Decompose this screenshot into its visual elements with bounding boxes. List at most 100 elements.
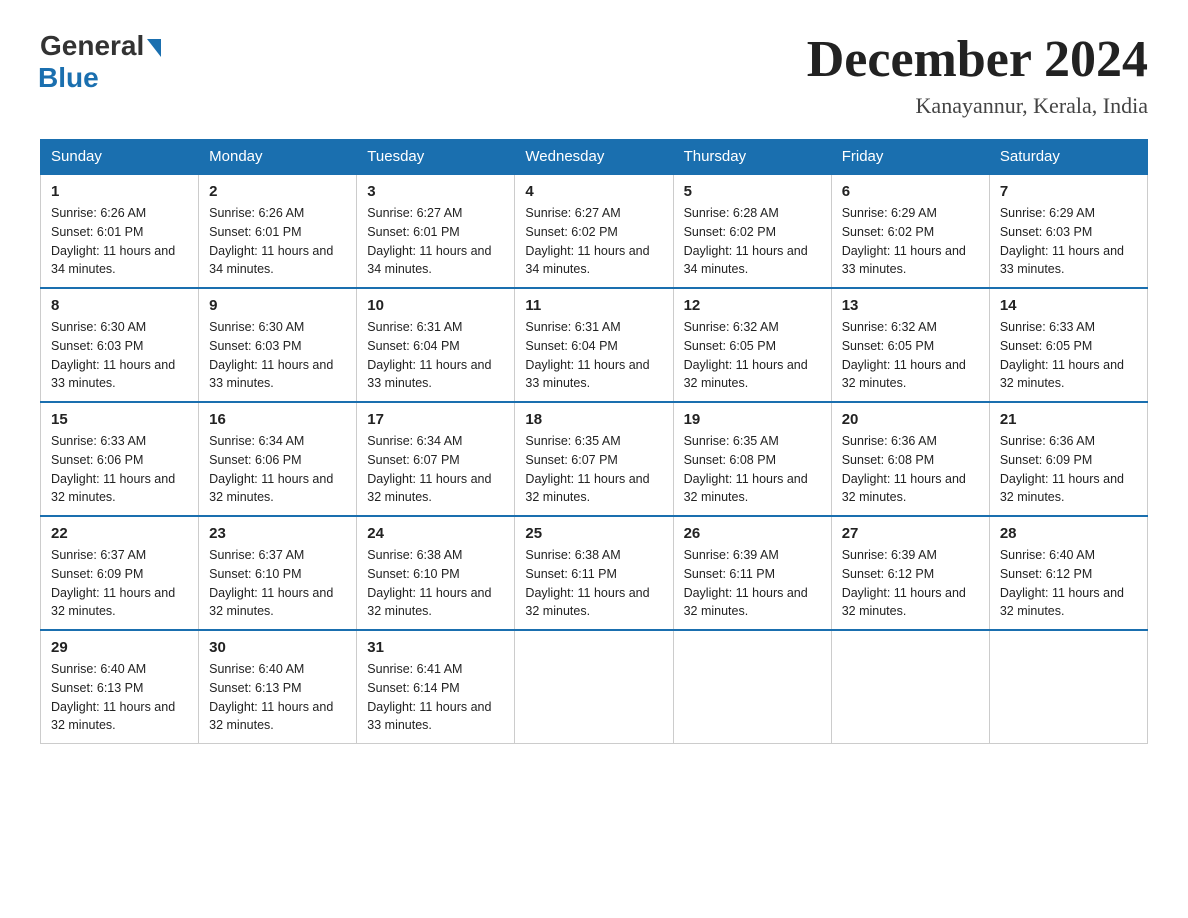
day-info: Sunrise: 6:31 AMSunset: 6:04 PMDaylight:… <box>367 318 504 393</box>
day-number: 17 <box>367 411 504 428</box>
day-number: 14 <box>1000 297 1137 314</box>
day-of-week-header: Monday <box>199 140 357 175</box>
calendar-day-cell: 22 Sunrise: 6:37 AMSunset: 6:09 PMDaylig… <box>41 516 199 630</box>
calendar-day-cell: 8 Sunrise: 6:30 AMSunset: 6:03 PMDayligh… <box>41 288 199 402</box>
day-info: Sunrise: 6:39 AMSunset: 6:12 PMDaylight:… <box>842 546 979 621</box>
day-number: 21 <box>1000 411 1137 428</box>
day-of-week-header: Thursday <box>673 140 831 175</box>
day-number: 31 <box>367 639 504 656</box>
day-number: 5 <box>684 183 821 200</box>
calendar-day-cell <box>831 630 989 744</box>
day-number: 26 <box>684 525 821 542</box>
logo: General Blue <box>40 30 161 94</box>
day-info: Sunrise: 6:27 AMSunset: 6:02 PMDaylight:… <box>525 204 662 279</box>
calendar-day-cell: 13 Sunrise: 6:32 AMSunset: 6:05 PMDaylig… <box>831 288 989 402</box>
day-number: 18 <box>525 411 662 428</box>
calendar-week-row: 1 Sunrise: 6:26 AMSunset: 6:01 PMDayligh… <box>41 174 1148 288</box>
calendar-day-cell: 21 Sunrise: 6:36 AMSunset: 6:09 PMDaylig… <box>989 402 1147 516</box>
day-info: Sunrise: 6:30 AMSunset: 6:03 PMDaylight:… <box>51 318 188 393</box>
day-info: Sunrise: 6:34 AMSunset: 6:06 PMDaylight:… <box>209 432 346 507</box>
day-info: Sunrise: 6:37 AMSunset: 6:09 PMDaylight:… <box>51 546 188 621</box>
calendar-day-cell: 6 Sunrise: 6:29 AMSunset: 6:02 PMDayligh… <box>831 174 989 288</box>
calendar-day-cell: 9 Sunrise: 6:30 AMSunset: 6:03 PMDayligh… <box>199 288 357 402</box>
day-info: Sunrise: 6:38 AMSunset: 6:10 PMDaylight:… <box>367 546 504 621</box>
calendar-day-cell: 20 Sunrise: 6:36 AMSunset: 6:08 PMDaylig… <box>831 402 989 516</box>
day-info: Sunrise: 6:38 AMSunset: 6:11 PMDaylight:… <box>525 546 662 621</box>
calendar-day-cell: 26 Sunrise: 6:39 AMSunset: 6:11 PMDaylig… <box>673 516 831 630</box>
calendar-day-cell: 14 Sunrise: 6:33 AMSunset: 6:05 PMDaylig… <box>989 288 1147 402</box>
calendar-day-cell: 29 Sunrise: 6:40 AMSunset: 6:13 PMDaylig… <box>41 630 199 744</box>
day-number: 2 <box>209 183 346 200</box>
day-number: 24 <box>367 525 504 542</box>
day-number: 6 <box>842 183 979 200</box>
day-info: Sunrise: 6:26 AMSunset: 6:01 PMDaylight:… <box>209 204 346 279</box>
calendar-day-cell: 18 Sunrise: 6:35 AMSunset: 6:07 PMDaylig… <box>515 402 673 516</box>
day-number: 16 <box>209 411 346 428</box>
calendar-day-cell: 31 Sunrise: 6:41 AMSunset: 6:14 PMDaylig… <box>357 630 515 744</box>
day-info: Sunrise: 6:37 AMSunset: 6:10 PMDaylight:… <box>209 546 346 621</box>
calendar-header: SundayMondayTuesdayWednesdayThursdayFrid… <box>41 140 1148 175</box>
calendar-day-cell: 27 Sunrise: 6:39 AMSunset: 6:12 PMDaylig… <box>831 516 989 630</box>
day-number: 22 <box>51 525 188 542</box>
day-info: Sunrise: 6:29 AMSunset: 6:03 PMDaylight:… <box>1000 204 1137 279</box>
day-info: Sunrise: 6:27 AMSunset: 6:01 PMDaylight:… <box>367 204 504 279</box>
day-number: 12 <box>684 297 821 314</box>
day-number: 28 <box>1000 525 1137 542</box>
calendar-week-row: 29 Sunrise: 6:40 AMSunset: 6:13 PMDaylig… <box>41 630 1148 744</box>
day-info: Sunrise: 6:32 AMSunset: 6:05 PMDaylight:… <box>684 318 821 393</box>
day-number: 27 <box>842 525 979 542</box>
calendar-day-cell: 16 Sunrise: 6:34 AMSunset: 6:06 PMDaylig… <box>199 402 357 516</box>
day-number: 23 <box>209 525 346 542</box>
calendar-table: SundayMondayTuesdayWednesdayThursdayFrid… <box>40 139 1148 744</box>
calendar-day-cell: 24 Sunrise: 6:38 AMSunset: 6:10 PMDaylig… <box>357 516 515 630</box>
day-info: Sunrise: 6:41 AMSunset: 6:14 PMDaylight:… <box>367 660 504 735</box>
day-number: 7 <box>1000 183 1137 200</box>
logo-arrow-icon <box>147 39 161 57</box>
day-info: Sunrise: 6:35 AMSunset: 6:07 PMDaylight:… <box>525 432 662 507</box>
calendar-day-cell: 2 Sunrise: 6:26 AMSunset: 6:01 PMDayligh… <box>199 174 357 288</box>
day-of-week-header: Saturday <box>989 140 1147 175</box>
day-number: 20 <box>842 411 979 428</box>
day-info: Sunrise: 6:28 AMSunset: 6:02 PMDaylight:… <box>684 204 821 279</box>
logo-blue-text: Blue <box>38 62 99 94</box>
day-info: Sunrise: 6:33 AMSunset: 6:06 PMDaylight:… <box>51 432 188 507</box>
day-info: Sunrise: 6:34 AMSunset: 6:07 PMDaylight:… <box>367 432 504 507</box>
day-of-week-header: Tuesday <box>357 140 515 175</box>
calendar-day-cell <box>515 630 673 744</box>
calendar-day-cell: 28 Sunrise: 6:40 AMSunset: 6:12 PMDaylig… <box>989 516 1147 630</box>
day-number: 8 <box>51 297 188 314</box>
day-of-week-header: Wednesday <box>515 140 673 175</box>
day-info: Sunrise: 6:31 AMSunset: 6:04 PMDaylight:… <box>525 318 662 393</box>
location-subtitle: Kanayannur, Kerala, India <box>807 93 1148 119</box>
day-info: Sunrise: 6:33 AMSunset: 6:05 PMDaylight:… <box>1000 318 1137 393</box>
calendar-day-cell: 25 Sunrise: 6:38 AMSunset: 6:11 PMDaylig… <box>515 516 673 630</box>
day-info: Sunrise: 6:36 AMSunset: 6:09 PMDaylight:… <box>1000 432 1137 507</box>
day-number: 15 <box>51 411 188 428</box>
calendar-day-cell: 4 Sunrise: 6:27 AMSunset: 6:02 PMDayligh… <box>515 174 673 288</box>
calendar-week-row: 22 Sunrise: 6:37 AMSunset: 6:09 PMDaylig… <box>41 516 1148 630</box>
page-header: General Blue December 2024 Kanayannur, K… <box>40 30 1148 119</box>
title-block: December 2024 Kanayannur, Kerala, India <box>807 30 1148 119</box>
calendar-week-row: 8 Sunrise: 6:30 AMSunset: 6:03 PMDayligh… <box>41 288 1148 402</box>
day-info: Sunrise: 6:39 AMSunset: 6:11 PMDaylight:… <box>684 546 821 621</box>
calendar-day-cell: 23 Sunrise: 6:37 AMSunset: 6:10 PMDaylig… <box>199 516 357 630</box>
calendar-day-cell: 7 Sunrise: 6:29 AMSunset: 6:03 PMDayligh… <box>989 174 1147 288</box>
day-number: 25 <box>525 525 662 542</box>
calendar-day-cell: 11 Sunrise: 6:31 AMSunset: 6:04 PMDaylig… <box>515 288 673 402</box>
day-number: 13 <box>842 297 979 314</box>
day-info: Sunrise: 6:40 AMSunset: 6:13 PMDaylight:… <box>51 660 188 735</box>
calendar-day-cell: 3 Sunrise: 6:27 AMSunset: 6:01 PMDayligh… <box>357 174 515 288</box>
month-year-title: December 2024 <box>807 30 1148 89</box>
day-number: 4 <box>525 183 662 200</box>
calendar-day-cell: 15 Sunrise: 6:33 AMSunset: 6:06 PMDaylig… <box>41 402 199 516</box>
calendar-day-cell: 5 Sunrise: 6:28 AMSunset: 6:02 PMDayligh… <box>673 174 831 288</box>
calendar-day-cell: 30 Sunrise: 6:40 AMSunset: 6:13 PMDaylig… <box>199 630 357 744</box>
calendar-day-cell <box>989 630 1147 744</box>
calendar-day-cell: 1 Sunrise: 6:26 AMSunset: 6:01 PMDayligh… <box>41 174 199 288</box>
logo-general-text: General <box>40 30 144 62</box>
day-number: 3 <box>367 183 504 200</box>
day-info: Sunrise: 6:32 AMSunset: 6:05 PMDaylight:… <box>842 318 979 393</box>
calendar-day-cell <box>673 630 831 744</box>
day-info: Sunrise: 6:26 AMSunset: 6:01 PMDaylight:… <box>51 204 188 279</box>
calendar-day-cell: 19 Sunrise: 6:35 AMSunset: 6:08 PMDaylig… <box>673 402 831 516</box>
